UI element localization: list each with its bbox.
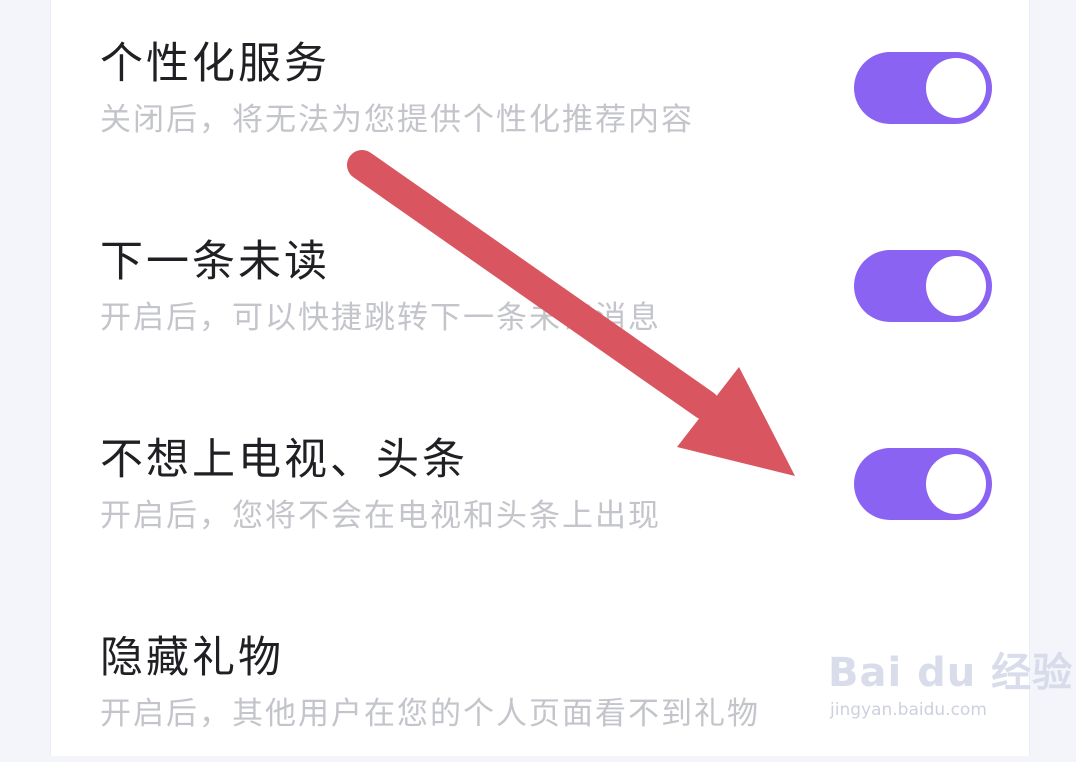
- setting-title: 不想上电视、头条: [100, 435, 468, 485]
- watermark-logo: Bai du 经验: [828, 650, 1074, 696]
- toggle-knob: [926, 256, 986, 316]
- setting-description: 关闭后，将无法为您提供个性化推荐内容: [100, 102, 694, 138]
- setting-description: 开启后，您将不会在电视和头条上出现: [100, 498, 661, 534]
- next-unread-toggle[interactable]: [854, 250, 992, 322]
- setting-title: 下一条未读: [100, 237, 330, 287]
- setting-title: 隐藏礼物: [100, 633, 284, 683]
- toggle-knob: [926, 454, 986, 514]
- personalized-service-toggle[interactable]: [854, 52, 992, 124]
- setting-title: 个性化服务: [100, 39, 330, 89]
- toggle-knob: [926, 58, 986, 118]
- watermark-url: jingyan.baidu.com: [830, 700, 987, 720]
- setting-description: 开启后，其他用户在您的个人页面看不到礼物: [100, 696, 760, 732]
- setting-row-personalized-service: 个性化服务 关闭后，将无法为您提供个性化推荐内容: [50, 38, 1028, 168]
- setting-row-next-unread: 下一条未读 开启后，可以快捷跳转下一条未读消息: [50, 236, 1028, 366]
- setting-description: 开启后，可以快捷跳转下一条未读消息: [100, 300, 661, 336]
- baidu-jingyan-watermark: Bai du 经验 jingyan.baidu.com: [828, 636, 1072, 736]
- no-tv-headline-toggle[interactable]: [854, 448, 992, 520]
- setting-row-no-tv-headline: 不想上电视、头条 开启后，您将不会在电视和头条上出现: [50, 434, 1028, 564]
